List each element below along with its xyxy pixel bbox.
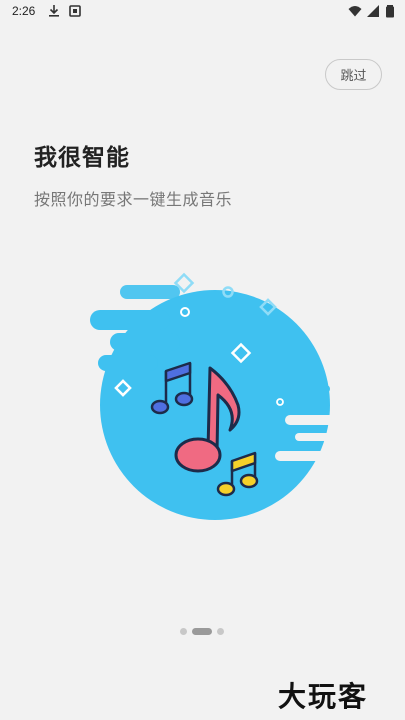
page-dot-3[interactable] bbox=[217, 628, 224, 635]
status-bar: 2:26 bbox=[0, 0, 405, 24]
page-dot-1[interactable] bbox=[180, 628, 187, 635]
watermark: 大玩客 bbox=[278, 675, 398, 715]
onboarding-screen: 2:26 跳过 我很智能 按照你的要求一键生成音乐 大玩客 bbox=[0, 0, 405, 720]
page-subtitle: 按照你的要求一键生成音乐 bbox=[34, 190, 233, 209]
status-time: 2:26 bbox=[12, 4, 36, 18]
page-dot-2-active[interactable] bbox=[192, 628, 212, 635]
music-notes-icon bbox=[90, 272, 340, 520]
skip-button[interactable]: 跳过 bbox=[325, 59, 382, 90]
signal-icon bbox=[367, 5, 379, 17]
page-title: 我很智能 bbox=[34, 145, 130, 171]
wifi-icon bbox=[348, 6, 362, 17]
watermark-text: 大玩客 bbox=[278, 680, 369, 713]
page-indicator bbox=[0, 627, 405, 637]
battery-icon bbox=[386, 5, 394, 18]
download-icon bbox=[49, 5, 59, 17]
notification-icon bbox=[69, 5, 81, 17]
